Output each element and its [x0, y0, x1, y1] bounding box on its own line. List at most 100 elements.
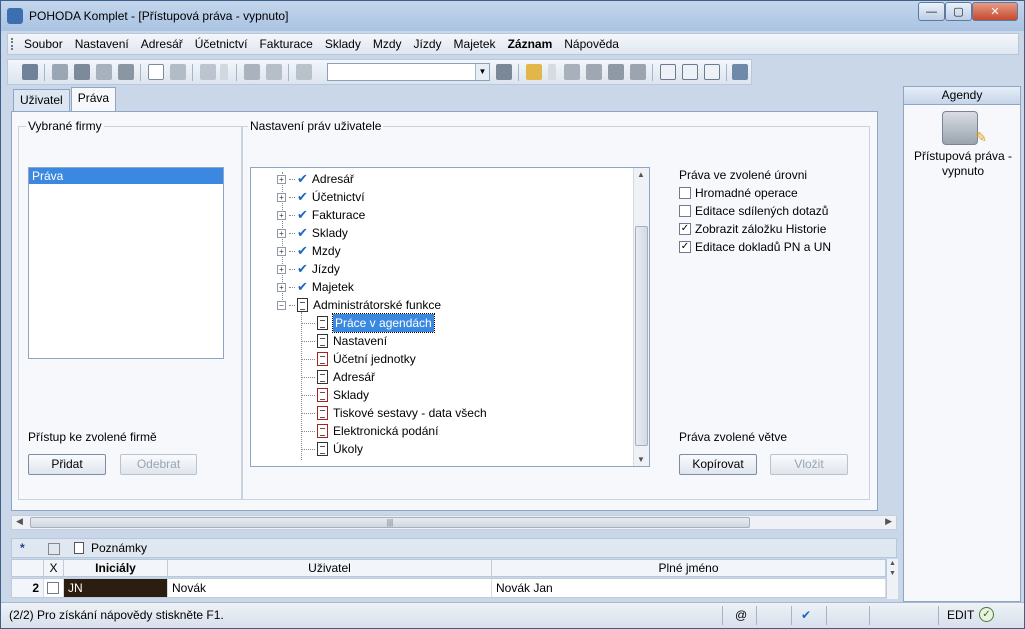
menu-fakturace[interactable]: Fakturace — [253, 37, 318, 51]
column-inicialy[interactable]: Iniciály — [64, 560, 168, 576]
expand-icon[interactable]: + — [277, 246, 286, 256]
menu-adresar[interactable]: Adresář — [135, 37, 189, 51]
expand-icon[interactable]: + — [277, 210, 286, 220]
checkbox-checked[interactable]: ✓ — [679, 223, 691, 235]
tab-uzivatel[interactable]: Uživatel — [13, 89, 70, 111]
companies-list[interactable]: Práva — [28, 167, 224, 359]
duplicate-icon[interactable] — [296, 64, 312, 80]
rights-tree[interactable]: + ✔ Adresář + ✔ Účetnictví + ✔ Fakturace + ✔ Skl… — [250, 167, 650, 467]
tree-node-sklady-admin[interactable]: Sklady — [301, 386, 369, 404]
checkbox-editace-dokladu-pn-un[interactable]: ✓ Editace dokladů PN a UN — [679, 240, 831, 254]
menu-sklady[interactable]: Sklady — [319, 37, 367, 51]
expand-icon[interactable]: + — [277, 192, 286, 202]
menu-soubor[interactable]: Soubor — [18, 37, 69, 51]
tab-prava[interactable]: Práva — [70, 87, 117, 111]
expand-icon[interactable]: + — [277, 174, 286, 184]
scroll-left-icon[interactable]: ◀ — [16, 516, 23, 527]
back-arrow-icon[interactable] — [200, 64, 216, 80]
menu-jizdy[interactable]: Jízdy — [408, 37, 448, 51]
message-icon[interactable] — [660, 64, 676, 80]
tree-node-prace-v-agendach[interactable]: Práce v agendách — [301, 313, 435, 333]
edit-icon[interactable] — [170, 64, 186, 80]
menu-mzdy[interactable]: Mzdy — [367, 37, 408, 51]
tree-node-administratorske-funkce[interactable]: − Administrátorské funkce — [277, 296, 441, 314]
copy-record-icon[interactable] — [52, 64, 68, 80]
list-item[interactable]: Práva — [29, 168, 223, 184]
scrollbar-thumb[interactable] — [635, 226, 648, 446]
export-icon[interactable] — [118, 64, 134, 80]
save-icon[interactable] — [244, 64, 260, 80]
checkbox-editace-sdilenych-dotazu[interactable]: Editace sdílených dotazů — [679, 204, 828, 218]
tree-node-sklady[interactable]: + ✔ Sklady — [277, 224, 348, 242]
scroll-down-icon[interactable]: ▼ — [637, 455, 645, 464]
menu-ucetnictvi[interactable]: Účetnictví — [189, 37, 254, 51]
menu-nastaveni[interactable]: Nastavení — [69, 37, 135, 51]
print-preview-icon[interactable] — [96, 64, 112, 80]
checkbox-zobrazit-historie[interactable]: ✓ Zobrazit záložku Historie — [679, 222, 826, 236]
column-plne-jmeno[interactable]: Plné jméno — [492, 560, 886, 576]
maximize-button[interactable]: ▢ — [945, 2, 972, 21]
minimize-button[interactable]: — — [918, 2, 945, 21]
tag-icon[interactable] — [564, 64, 580, 80]
horizontal-scrollbar[interactable]: ◀ ||| ▶ — [11, 515, 897, 530]
tree-node-ucetni-jednotky[interactable]: Účetní jednotky — [301, 350, 416, 368]
new-record-icon[interactable] — [148, 64, 164, 80]
column-x[interactable]: X — [44, 560, 64, 576]
tools-icon[interactable] — [732, 64, 748, 80]
tree-node-fakturace[interactable]: + ✔ Fakturace — [277, 206, 365, 224]
tree-node-ukoly[interactable]: Úkoly — [301, 440, 363, 458]
remove-button[interactable]: Odebrat — [120, 454, 197, 475]
tree-node-jizdy[interactable]: + ✔ Jízdy — [277, 260, 340, 278]
collapse-icon[interactable]: − — [277, 300, 286, 310]
row-checkbox[interactable] — [44, 579, 64, 597]
archive-icon[interactable] — [608, 64, 624, 80]
menu-zaznam[interactable]: Záznam — [502, 37, 559, 51]
scroll-up-icon[interactable]: ▲ — [637, 170, 645, 179]
table-row[interactable]: 2 JN Novák Novák Jan — [11, 578, 887, 598]
grid-scrollbar[interactable]: ▲ ▼ — [887, 559, 898, 599]
expand-icon[interactable]: + — [277, 264, 286, 274]
expand-icon[interactable]: + — [277, 228, 286, 238]
back-dropdown-icon[interactable] — [220, 64, 228, 80]
folder-dropdown-icon[interactable] — [548, 64, 556, 80]
tree-node-nastaveni[interactable]: Nastavení — [301, 332, 387, 350]
tree-node-adresar-admin[interactable]: Adresář — [301, 368, 375, 386]
column-uzivatel[interactable]: Uživatel — [168, 560, 492, 576]
calc-icon[interactable] — [586, 64, 602, 80]
menu-majetek[interactable]: Majetek — [448, 37, 502, 51]
cell-inicialy[interactable]: JN — [64, 579, 168, 597]
report-icon[interactable] — [704, 64, 720, 80]
list-icon[interactable] — [682, 64, 698, 80]
tree-node-ucetnictvi[interactable]: + ✔ Účetnictví — [277, 188, 365, 206]
checkbox-checked[interactable]: ✓ — [679, 241, 691, 253]
users-icon[interactable] — [630, 64, 646, 80]
new-row-star[interactable]: * — [20, 541, 25, 555]
menu-napoveda[interactable]: Nápověda — [558, 37, 625, 51]
cell-plne-jmeno[interactable]: Novák Jan — [492, 579, 886, 597]
cell-uzivatel[interactable]: Novák — [168, 579, 492, 597]
filter-icon[interactable] — [496, 64, 512, 80]
filter-icon[interactable] — [48, 543, 60, 555]
expand-icon[interactable]: + — [277, 282, 286, 292]
tree-node-adresar[interactable]: + ✔ Adresář — [277, 170, 354, 188]
scrollbar-thumb[interactable]: ||| — [30, 517, 750, 528]
agenda-item-label[interactable]: Přístupová práva - vypnuto — [904, 149, 1022, 179]
tree-node-majetek[interactable]: + ✔ Majetek — [277, 278, 354, 296]
add-button[interactable]: Přidat — [28, 454, 106, 475]
chevron-down-icon[interactable]: ▼ — [475, 64, 489, 80]
tree-node-mzdy[interactable]: + ✔ Mzdy — [277, 242, 341, 260]
exit-icon[interactable] — [22, 64, 38, 80]
tab-poznamky[interactable]: Poznámky — [91, 541, 147, 555]
tree-scrollbar[interactable]: ▲ ▼ — [633, 168, 649, 466]
folder-icon[interactable] — [526, 64, 542, 80]
filter-combo[interactable]: ▼ — [327, 63, 490, 81]
checkbox[interactable] — [679, 187, 691, 199]
checkbox-hromadne-operace[interactable]: Hromadné operace — [679, 186, 798, 200]
print-icon[interactable] — [74, 64, 90, 80]
tree-node-tiskove-sestavy[interactable]: Tiskové sestavy - data všech — [301, 404, 487, 422]
paste-button[interactable]: Vložit — [770, 454, 848, 475]
save-all-icon[interactable] — [266, 64, 282, 80]
keys-icon[interactable] — [942, 111, 987, 146]
scroll-right-icon[interactable]: ▶ — [885, 516, 892, 527]
close-button[interactable]: ✕ — [972, 2, 1018, 21]
